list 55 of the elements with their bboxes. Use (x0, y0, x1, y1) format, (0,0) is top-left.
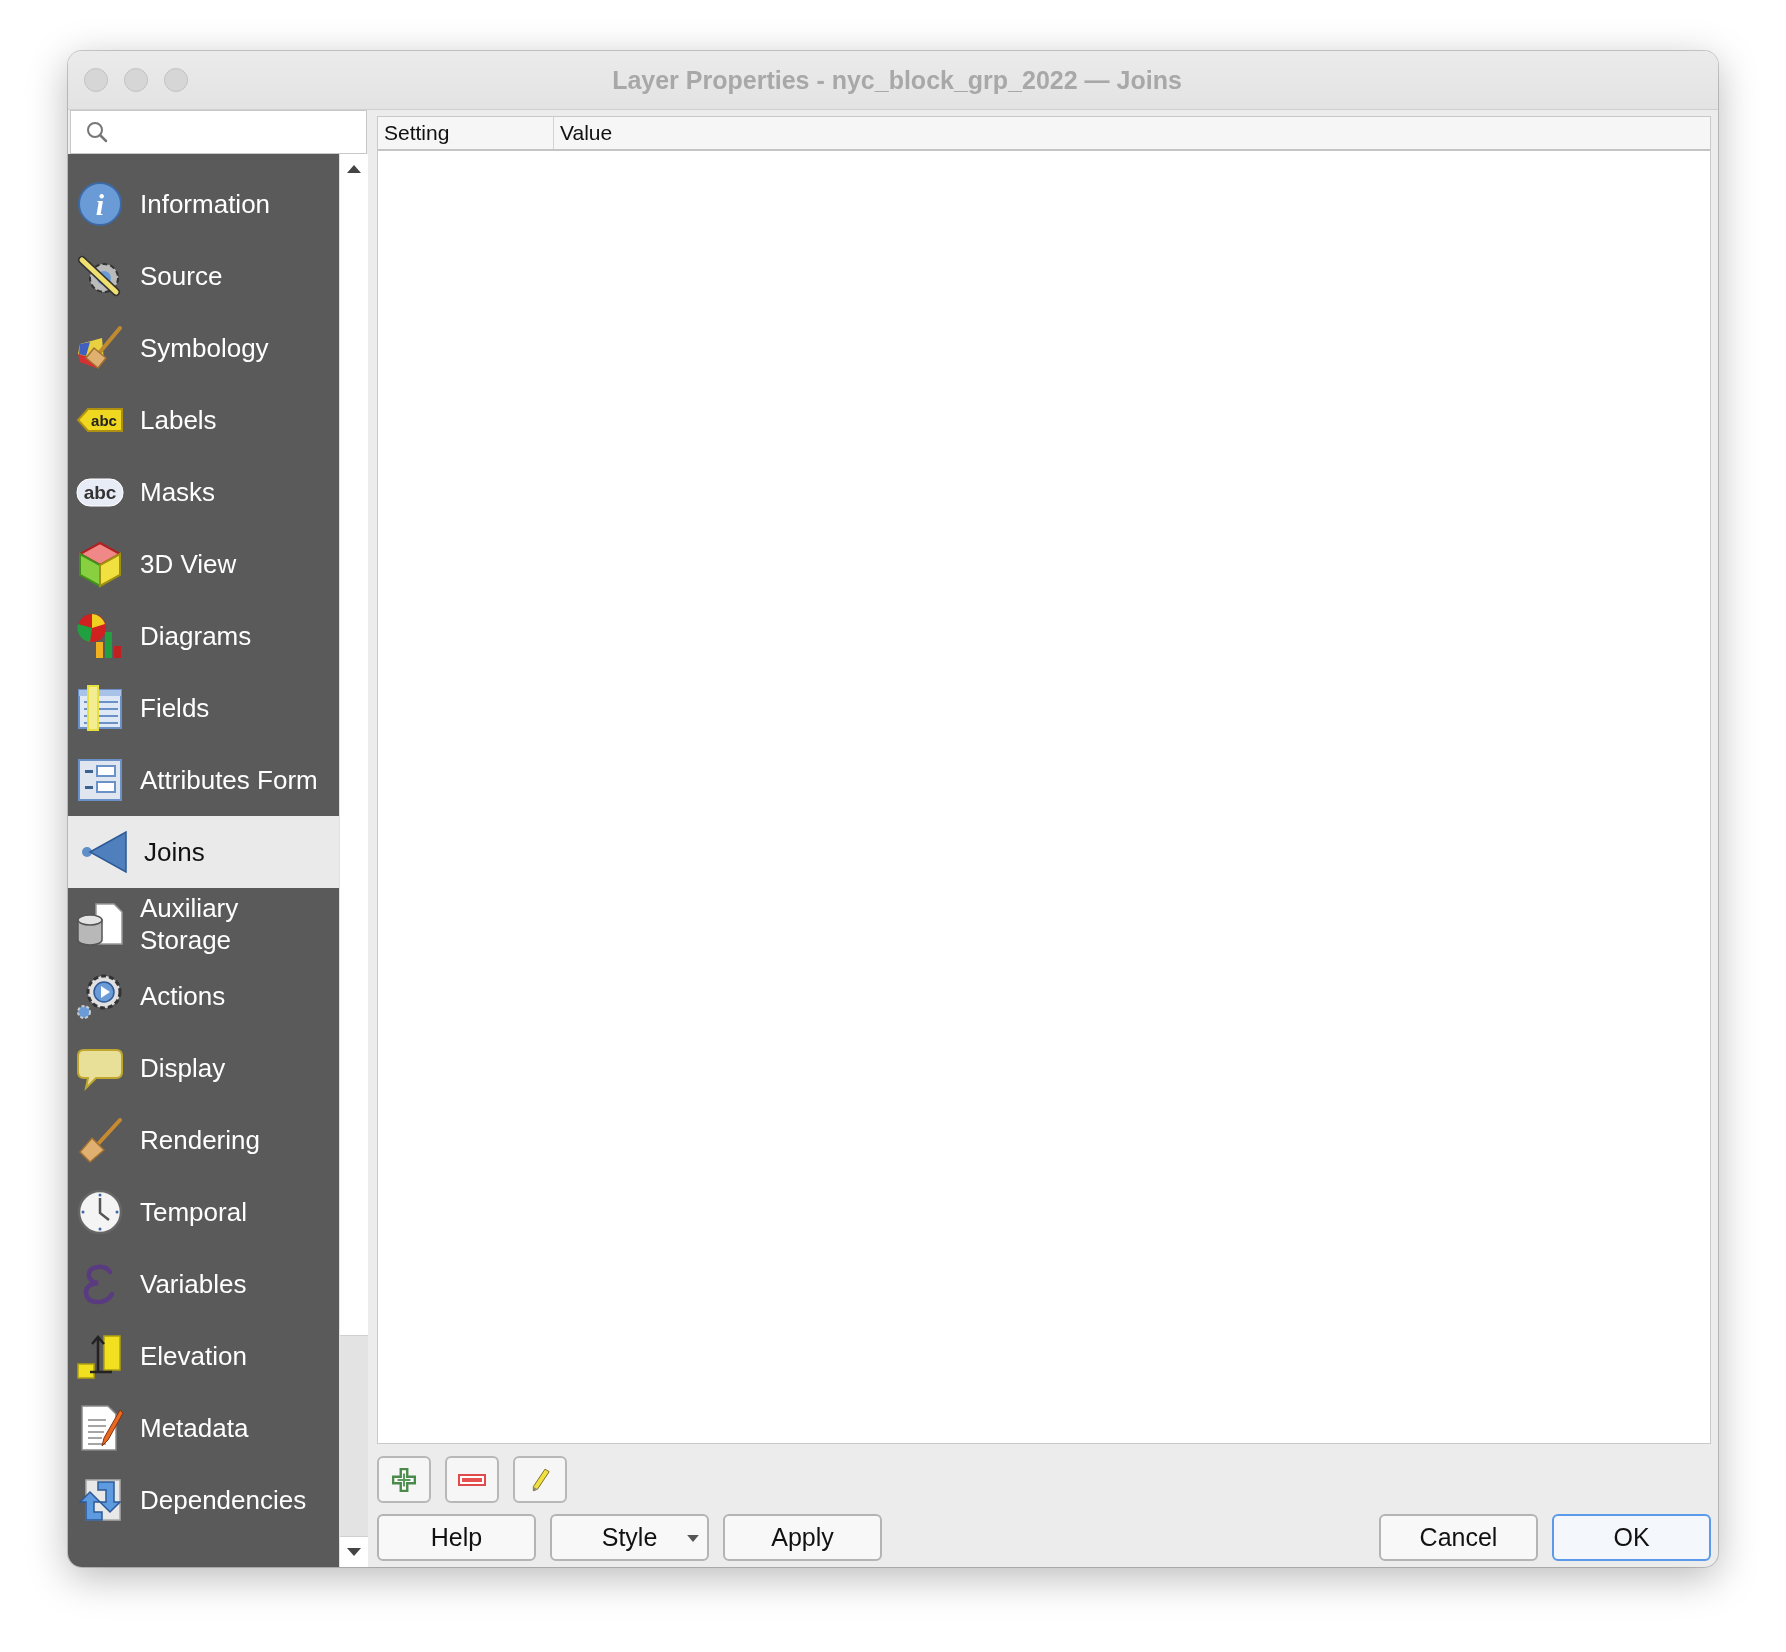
info-icon: i (76, 180, 124, 228)
gear-play-icon (76, 972, 124, 1020)
plus-icon (391, 1466, 417, 1493)
zoom-button[interactable] (164, 68, 188, 92)
sidebar-item[interactable]: Actions (68, 960, 340, 1032)
sidebar-item[interactable]: Fields (68, 672, 340, 744)
scroll-up-arrow-icon[interactable] (346, 164, 363, 174)
push-button[interactable]: Apply (723, 1514, 882, 1561)
sidebar-item[interactable]: Auxiliary Storage (68, 888, 340, 960)
remove-button[interactable] (445, 1456, 499, 1503)
edit-button[interactable] (513, 1456, 567, 1503)
sidebar-item[interactable]: Symbology (68, 312, 340, 384)
cube-icon (76, 540, 124, 588)
chart-icon (76, 612, 124, 660)
sidebar-item[interactable]: Temporal (68, 1176, 340, 1248)
close-button[interactable] (84, 68, 108, 92)
sidebar-item[interactable]: Dependencies (68, 1464, 340, 1536)
paintbrush-icon (76, 324, 124, 372)
push-button[interactable]: Cancel (1379, 1514, 1538, 1561)
minimize-button[interactable] (124, 68, 148, 92)
database-icon (76, 900, 124, 948)
window-title: Layer Properties - nyc_block_grp_2022 — Joins (611, 65, 1183, 95)
dependencies-icon (76, 1476, 124, 1524)
sidebar-item[interactable]: Elevation (68, 1320, 340, 1392)
search-field[interactable] (70, 110, 367, 154)
scrollbar-thumb[interactable] (340, 1335, 368, 1537)
push-button[interactable]: OK (1552, 1514, 1711, 1561)
column-header[interactable]: Setting (378, 117, 554, 149)
join-icon (80, 828, 128, 876)
sidebar-item[interactable]: Variables (68, 1248, 340, 1320)
sidebar-item[interactable]: Joins (68, 816, 340, 888)
scroll-down-arrow-icon[interactable] (346, 1547, 363, 1557)
search-icon (85, 120, 109, 144)
caret-icon (687, 1535, 699, 1542)
sidebar-item[interactable]: Metadata (68, 1392, 340, 1464)
sidebar-item[interactable]: Rendering (68, 1104, 340, 1176)
sidebar-item[interactable]: Source (68, 240, 340, 312)
form-icon (76, 756, 124, 804)
table-icon (76, 684, 124, 732)
sidebar-item[interactable]: Diagrams (68, 600, 340, 672)
sidebar-item[interactable]: Attributes Form (68, 744, 340, 816)
column-header[interactable]: Value (554, 117, 619, 149)
sidebar-item[interactable]: abc Masks (68, 456, 340, 528)
sidebar-item[interactable]: 3D View (68, 528, 340, 600)
style-dropdown-button[interactable]: Style (550, 1514, 709, 1561)
add-button[interactable] (377, 1456, 431, 1503)
sidebar-item[interactable]: abc Labels (68, 384, 340, 456)
clock-icon (76, 1188, 124, 1236)
sidebar-item[interactable]: Display (68, 1032, 340, 1104)
push-button[interactable]: Help (377, 1514, 536, 1561)
paintbrush-icon (76, 1116, 124, 1164)
sidebar-item[interactable]: i Information (68, 168, 340, 240)
scrollbar[interactable] (339, 154, 368, 1567)
minus-icon (458, 1473, 486, 1486)
elevation-icon (76, 1332, 124, 1380)
